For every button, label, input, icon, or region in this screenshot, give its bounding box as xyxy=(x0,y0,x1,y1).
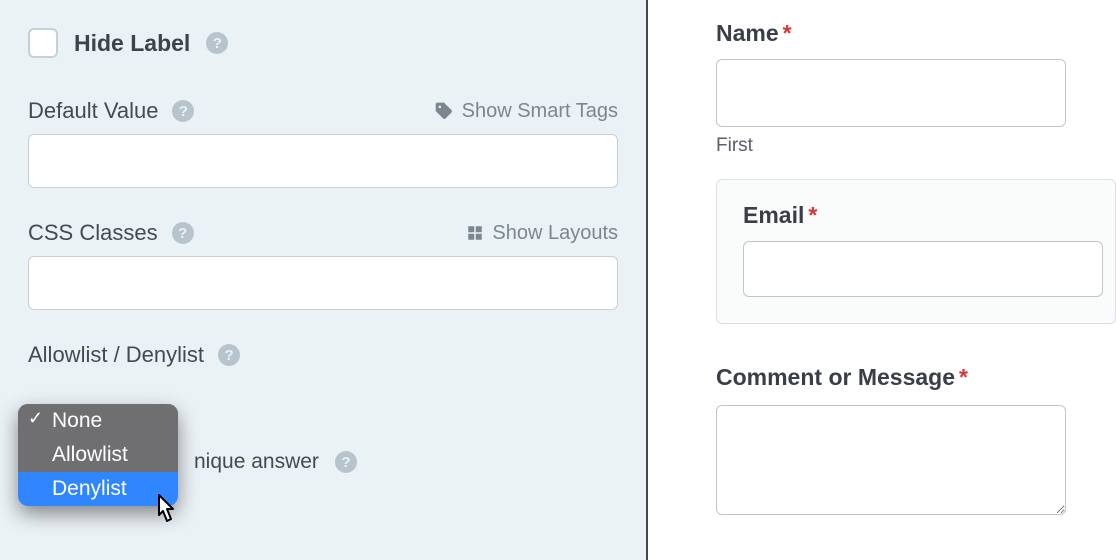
form-preview: Name* First Email* Comment or Message* xyxy=(648,0,1116,560)
comment-label: Comment or Message xyxy=(716,364,955,390)
preview-comment-field: Comment or Message* xyxy=(716,364,1116,520)
default-value-label: Default Value xyxy=(28,98,158,124)
dropdown-option-denylist[interactable]: Denylist xyxy=(18,472,178,506)
css-classes-field: CSS Classes ? Show Layouts xyxy=(28,220,618,310)
tag-icon xyxy=(434,101,454,121)
help-icon[interactable]: ? xyxy=(172,100,194,122)
hide-label-checkbox[interactable] xyxy=(28,28,58,58)
required-marker: * xyxy=(808,202,817,228)
name-label: Name xyxy=(716,20,779,46)
email-input[interactable] xyxy=(743,241,1103,297)
preview-name-field: Name* First xyxy=(716,20,1116,157)
show-smart-tags-label: Show Smart Tags xyxy=(462,100,618,123)
required-marker: * xyxy=(783,20,792,46)
dropdown-option-none[interactable]: None xyxy=(18,404,178,438)
css-classes-label: CSS Classes xyxy=(28,220,158,246)
help-icon[interactable]: ? xyxy=(218,344,240,366)
preview-email-field: Email* xyxy=(716,179,1116,324)
allowlist-label: Allowlist / Denylist xyxy=(28,342,204,368)
css-classes-input[interactable] xyxy=(28,256,618,310)
show-layouts-label: Show Layouts xyxy=(492,222,618,245)
allowlist-field: Allowlist / Denylist ? xyxy=(28,342,618,368)
email-label: Email xyxy=(743,202,804,228)
hide-label-text: Hide Label xyxy=(74,30,190,57)
comment-input[interactable] xyxy=(716,405,1066,515)
dropdown-option-allowlist[interactable]: Allowlist xyxy=(18,438,178,472)
required-marker: * xyxy=(959,364,968,390)
unique-answer-label: nique answer xyxy=(194,450,319,474)
help-icon[interactable]: ? xyxy=(335,451,357,473)
default-value-input[interactable] xyxy=(28,134,618,188)
hide-label-row[interactable]: Hide Label ? xyxy=(28,28,618,58)
help-icon[interactable]: ? xyxy=(172,222,194,244)
default-value-field: Default Value ? Show Smart Tags xyxy=(28,98,618,188)
name-input[interactable] xyxy=(716,59,1066,127)
grid-icon xyxy=(466,224,484,242)
help-icon[interactable]: ? xyxy=(206,32,228,54)
name-sublabel: First xyxy=(716,135,1116,157)
field-settings-panel: Hide Label ? Default Value ? Show Smart … xyxy=(0,0,646,560)
allowlist-dropdown[interactable]: None Allowlist Denylist xyxy=(18,404,178,506)
show-layouts-button[interactable]: Show Layouts xyxy=(466,222,618,245)
show-smart-tags-button[interactable]: Show Smart Tags xyxy=(434,100,618,123)
